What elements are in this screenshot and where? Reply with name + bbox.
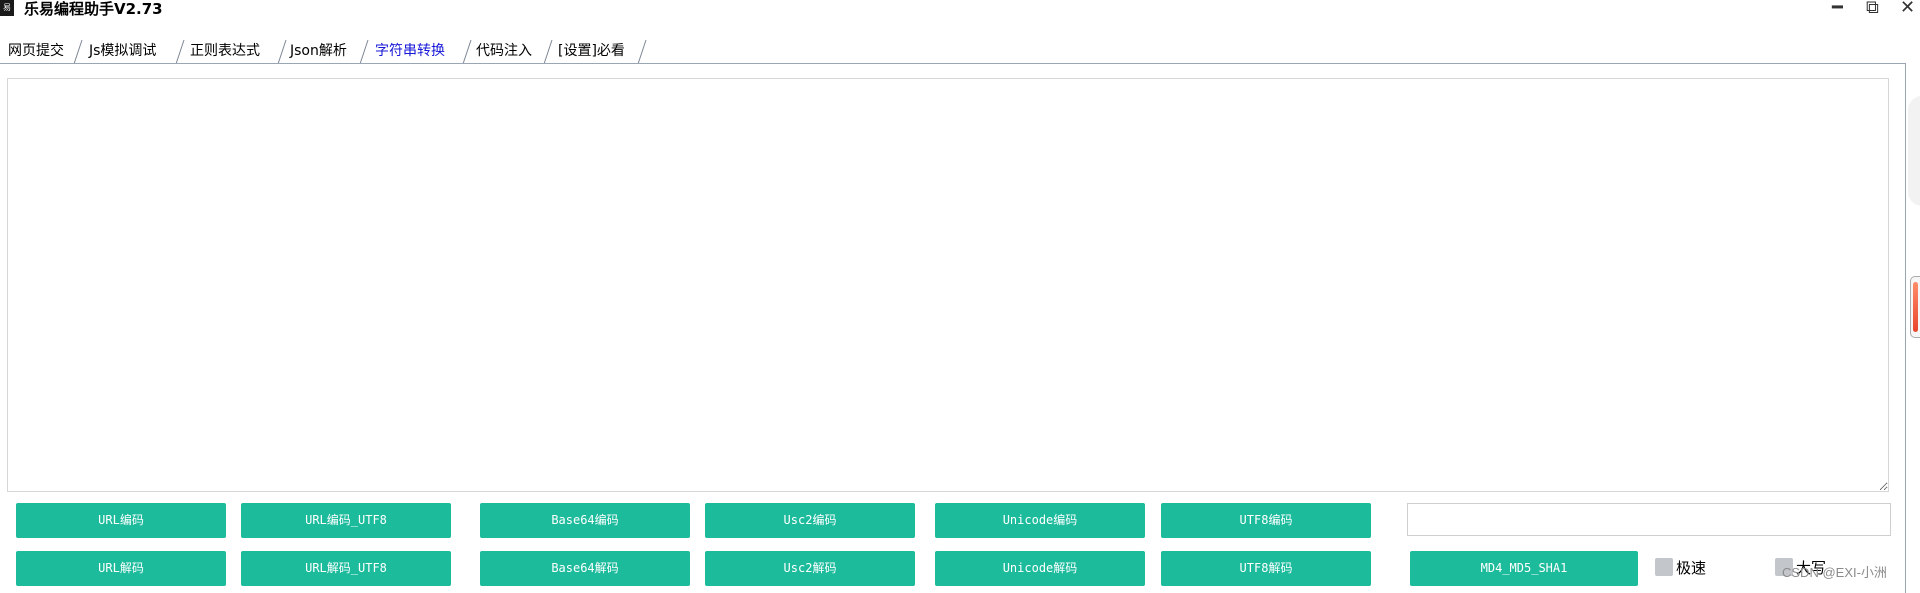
close-icon[interactable]: ✕ bbox=[1900, 0, 1915, 18]
url-encode-utf8-button[interactable]: URL编码_UTF8 bbox=[241, 503, 451, 538]
tab-divider bbox=[461, 38, 473, 64]
tab-js-debug[interactable]: Js模拟调试 bbox=[89, 38, 156, 64]
tab-divider bbox=[542, 38, 554, 64]
tab-regex[interactable]: 正则表达式 bbox=[190, 38, 260, 64]
tab-settings[interactable]: [设置]必看 bbox=[558, 38, 625, 64]
fast-mode-checkbox[interactable] bbox=[1655, 558, 1673, 576]
base64-encode-button[interactable]: Base64编码 bbox=[480, 503, 690, 538]
unicode-encode-button[interactable]: Unicode编码 bbox=[935, 503, 1145, 538]
watermark-text: CSDN @EXI-小洲 bbox=[1782, 565, 1887, 580]
maximize-icon[interactable]: ⧉ bbox=[1866, 0, 1879, 18]
usc2-encode-button[interactable]: Usc2编码 bbox=[705, 503, 915, 538]
base64-decode-button[interactable]: Base64解码 bbox=[480, 551, 690, 586]
fast-mode-label: 极速 bbox=[1676, 559, 1707, 577]
tab-divider bbox=[358, 38, 370, 64]
hash-md4-md5-sha1-button[interactable]: MD4_MD5_SHA1 bbox=[1410, 551, 1638, 586]
hash-input[interactable] bbox=[1407, 503, 1891, 536]
tab-string-convert[interactable]: 字符串转换 bbox=[375, 38, 445, 64]
app-logo-icon: 易 bbox=[0, 0, 14, 16]
minimize-icon[interactable]: ━ bbox=[1832, 0, 1843, 18]
utf8-decode-button[interactable]: UTF8解码 bbox=[1161, 551, 1371, 586]
conversion-output-textarea[interactable] bbox=[7, 78, 1889, 492]
tab-divider bbox=[72, 38, 84, 64]
url-decode-utf8-button[interactable]: URL解码_UTF8 bbox=[241, 551, 451, 586]
tab-code-inject[interactable]: 代码注入 bbox=[476, 38, 532, 64]
tab-divider bbox=[276, 38, 288, 64]
usc2-decode-button[interactable]: Usc2解码 bbox=[705, 551, 915, 586]
url-encode-button[interactable]: URL编码 bbox=[16, 503, 226, 538]
tab-divider bbox=[636, 38, 648, 64]
title-bar: 易 乐易编程助手V2.73 ━ ⧉ ✕ bbox=[0, 0, 1920, 22]
side-panel-handle[interactable] bbox=[1908, 96, 1920, 206]
url-decode-button[interactable]: URL解码 bbox=[16, 551, 226, 586]
tab-strip: 网页提交 Js模拟调试 正则表达式 Json解析 字符串转换 代码注入 [设置]… bbox=[0, 38, 660, 64]
tab-divider bbox=[174, 38, 186, 64]
scrollbar-thumb[interactable] bbox=[1913, 282, 1918, 332]
unicode-decode-button[interactable]: Unicode解码 bbox=[935, 551, 1145, 586]
tab-json[interactable]: Json解析 bbox=[290, 38, 347, 64]
window-title: 乐易编程助手V2.73 bbox=[24, 0, 163, 18]
utf8-encode-button[interactable]: UTF8编码 bbox=[1161, 503, 1371, 538]
tab-web-submit[interactable]: 网页提交 bbox=[8, 38, 64, 64]
